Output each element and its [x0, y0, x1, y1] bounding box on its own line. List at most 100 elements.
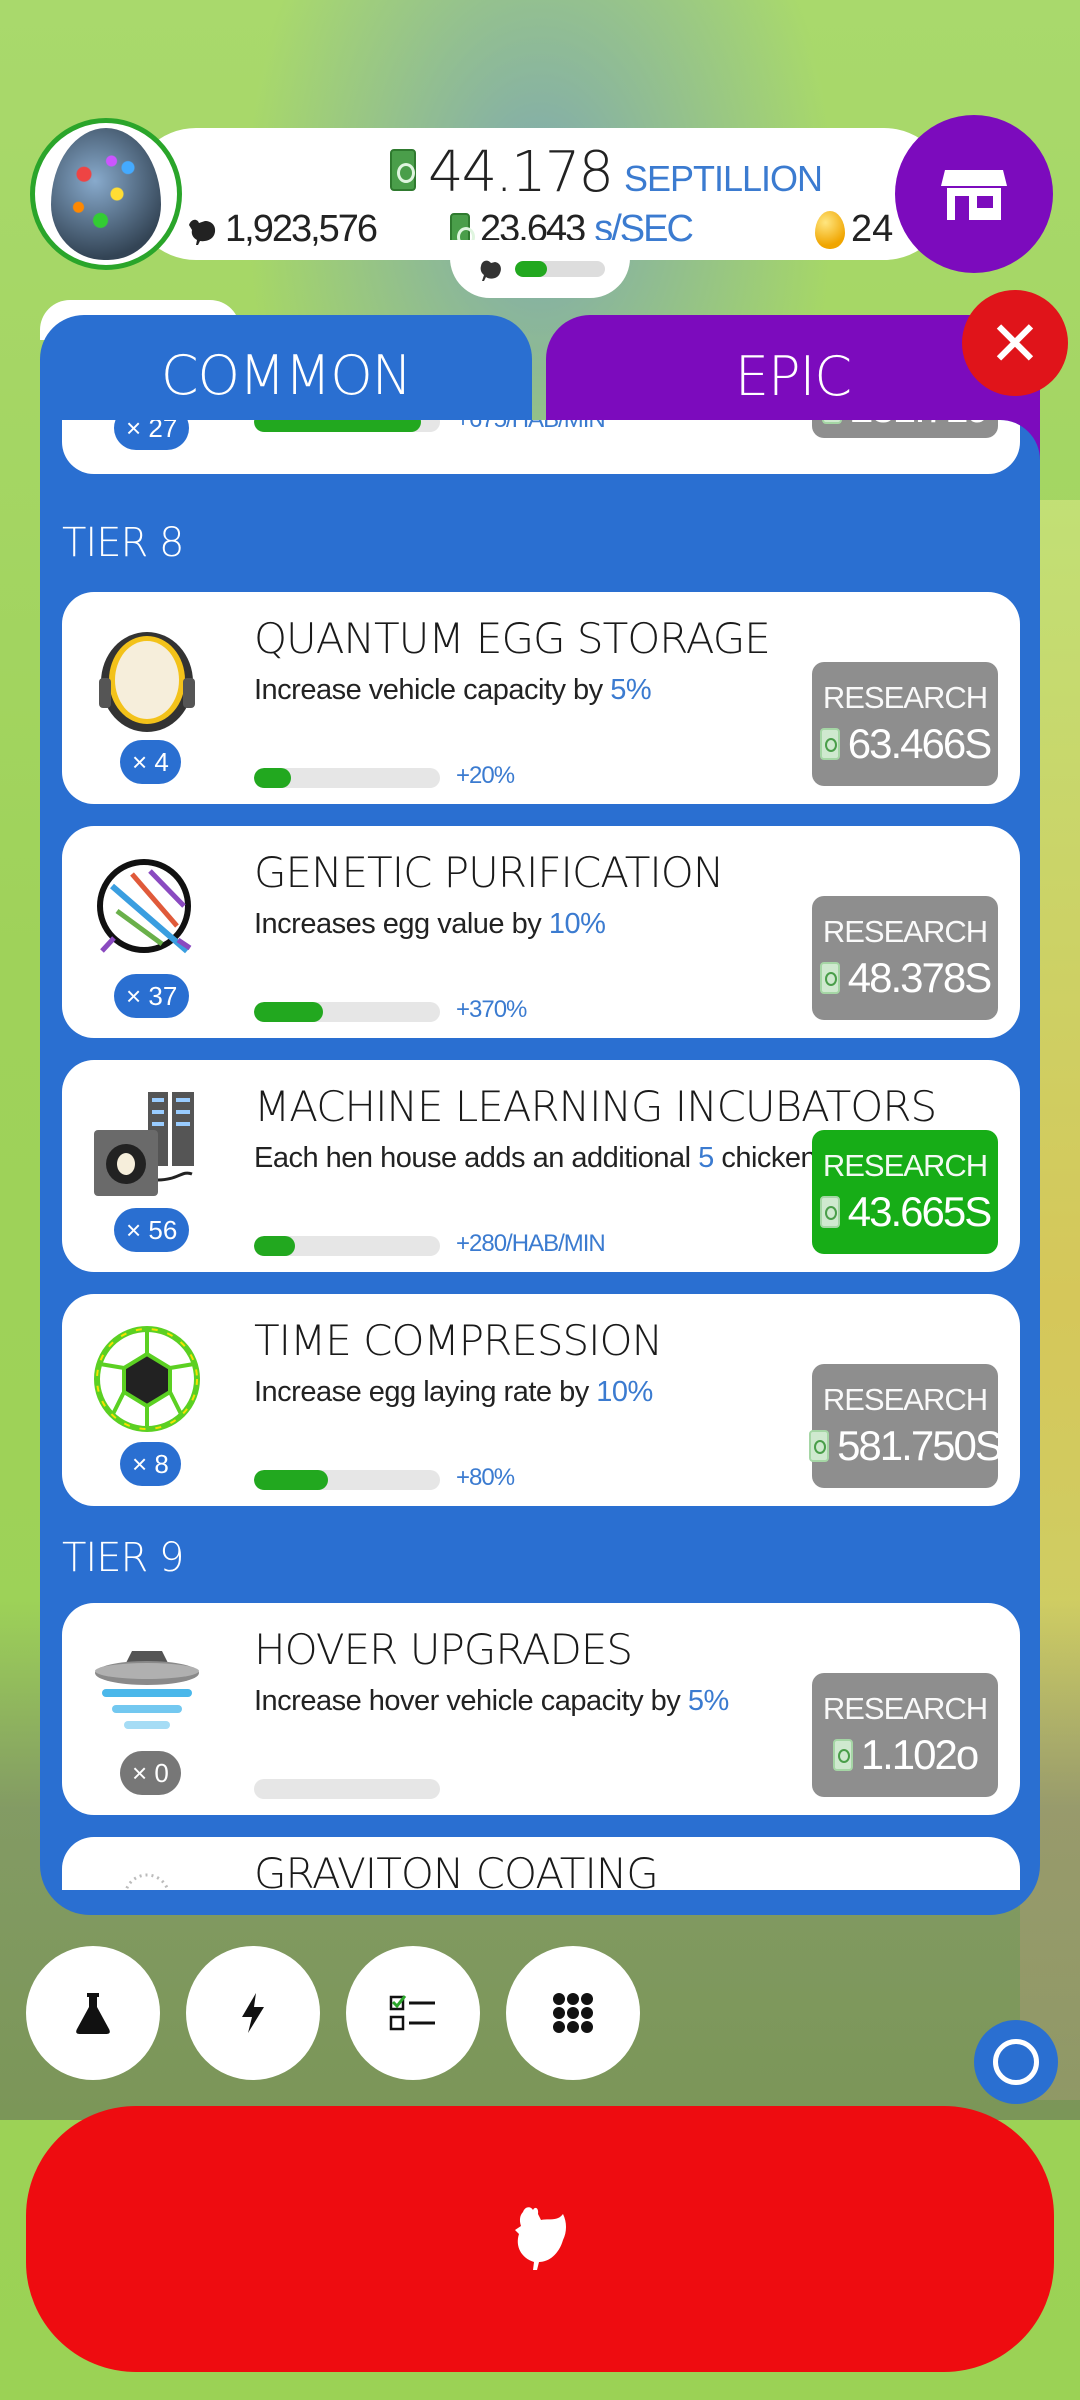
research-card-quantum-egg-storage: × 4 QUANTUM EGG STORAGE Increase vehicle…	[62, 592, 1020, 804]
cash-icon	[822, 420, 843, 424]
research-button[interactable]: RESEARCH 581.750S	[809, 1364, 1003, 1488]
egg-storage-icon	[99, 632, 195, 732]
tab-common[interactable]: COMMON	[40, 315, 532, 435]
research-cost: 63.466S	[847, 720, 992, 767]
research-card-partial-top: × 27 +675/HAB/MIN 231.719	[62, 420, 1020, 474]
chick-icon	[480, 260, 501, 281]
cash-icon	[819, 962, 840, 994]
research-progress-fill	[254, 420, 422, 432]
research-cost: 581.750S	[837, 1422, 1003, 1469]
research-card-graviton-coating: GRAVITON COATING	[62, 1837, 1020, 1890]
research-title: GRAVITON COATING	[254, 1849, 659, 1890]
menu-grid-icon	[553, 1993, 593, 2033]
cash-icon	[390, 149, 416, 191]
research-progress-fill	[254, 1470, 329, 1490]
research-card-machine-learning-incubators: × 56 MACHINE LEARNING INCUBATORS Each he…	[62, 1060, 1020, 1272]
research-progress-label: +280/HAB/MIN	[456, 1230, 606, 1257]
research-cost: 48.378S	[847, 954, 992, 1001]
research-button-label: RESEARCH	[822, 914, 988, 949]
research-list[interactable]: × 27 +675/HAB/MIN 231.719 TIER 8	[40, 420, 1040, 1890]
current-egg-avatar[interactable]	[30, 118, 182, 270]
research-progress-bar	[254, 1236, 440, 1256]
research-progress-bar	[254, 768, 440, 788]
research-count-badge: × 56	[114, 1208, 190, 1252]
research-button-label: RESEARCH	[822, 1691, 988, 1726]
money-display: 44.178 SEPTILLION	[390, 140, 823, 205]
camera-icon	[993, 2039, 1039, 2085]
research-cost: 1.102o	[860, 1731, 979, 1778]
golden-egg-icon	[815, 210, 845, 249]
research-button-main[interactable]	[26, 1946, 160, 2080]
boosts-button[interactable]	[186, 1946, 320, 2080]
research-cost: 231.719	[850, 420, 990, 432]
research-count-badge: × 8	[120, 1442, 181, 1486]
research-count-badge: × 27	[114, 420, 190, 450]
menu-button[interactable]	[506, 1946, 640, 2080]
missions-checklist-icon	[389, 1995, 435, 2031]
research-title: TIME COMPRESSION	[254, 1316, 663, 1365]
golden-eggs-value: 24	[851, 208, 894, 250]
time-sphere-icon	[94, 1326, 200, 1432]
shop-icon	[941, 170, 1007, 220]
research-card-time-compression: × 8 TIME COMPRESSION Increase egg laying…	[62, 1294, 1020, 1506]
research-title: HOVER UPGRADES	[254, 1625, 633, 1674]
money-value: 44.178	[428, 140, 614, 205]
research-title: GENETIC PURIFICATION	[254, 848, 724, 897]
hab-capacity-indicator[interactable]	[450, 240, 630, 298]
tier-label: TIER 9	[62, 1535, 184, 1581]
graviton-icon	[124, 1873, 170, 1890]
camera-button[interactable]	[974, 2020, 1058, 2104]
research-cost: 43.665S	[847, 1188, 992, 1235]
research-button[interactable]: RESEARCH 1.102o	[812, 1673, 998, 1797]
hab-capacity-fill	[515, 261, 547, 277]
research-progress-fill	[254, 1002, 323, 1022]
cash-icon	[832, 1739, 853, 1771]
research-count-badge: × 4	[120, 740, 181, 784]
incubator-icon	[94, 1092, 194, 1196]
research-progress-label: +20%	[456, 762, 515, 789]
research-description: Increase hover vehicle capacity by 5%	[254, 1685, 729, 1717]
research-description: Increase egg laying rate by 10%	[254, 1376, 653, 1408]
research-card-hover-upgrades: × 0 HOVER UPGRADES Increase hover vehicl…	[62, 1603, 1020, 1815]
research-description: Increase vehicle capacity by 5%	[254, 674, 652, 706]
research-progress-fill	[254, 768, 292, 788]
research-button[interactable]: RESEARCH 48.378S	[812, 896, 998, 1020]
research-progress-label: +370%	[456, 996, 527, 1023]
research-description: Increases egg value by 10%	[254, 908, 606, 940]
research-button[interactable]: RESEARCH 43.665S	[812, 1130, 998, 1254]
money-unit: SEPTILLION	[623, 158, 823, 199]
research-progress-fill	[254, 1236, 295, 1256]
close-button[interactable]: ✕	[962, 290, 1068, 396]
research-description: Each hen house adds an additional 5 chic…	[254, 1142, 883, 1174]
research-button-label: RESEARCH	[822, 1148, 988, 1183]
research-progress-bar	[254, 1470, 440, 1490]
chicken-icon	[515, 2207, 566, 2270]
hab-capacity-bar	[515, 261, 605, 277]
research-button-label: RESEARCH	[822, 1382, 988, 1417]
research-button[interactable]: 231.719	[812, 420, 998, 438]
tier-label: TIER 8	[62, 520, 184, 566]
research-button-label: RESEARCH	[822, 680, 988, 715]
hatch-chicken-button[interactable]	[26, 2106, 1054, 2372]
research-button[interactable]: RESEARCH 63.466S	[812, 662, 998, 786]
hover-icon	[95, 1651, 199, 1729]
shop-button[interactable]	[895, 115, 1053, 273]
research-progress-bar	[254, 1779, 440, 1799]
cash-icon	[809, 1430, 830, 1462]
golden-eggs: 24	[815, 208, 893, 251]
chicken-count-value: 1,923,576	[225, 208, 378, 250]
dna-icon	[97, 859, 192, 954]
chicken-count: 1,923,576	[185, 208, 378, 251]
missions-button[interactable]	[346, 1946, 480, 2080]
research-title: QUANTUM EGG STORAGE	[254, 614, 771, 663]
research-progress-label: +675/HAB/MIN	[456, 420, 606, 434]
research-flask-icon	[76, 1993, 110, 2034]
chicken-small-icon	[189, 219, 216, 245]
research-progress-bar	[254, 420, 440, 432]
cash-icon	[819, 728, 840, 760]
research-progress-bar	[254, 1002, 440, 1022]
research-panel: × 27 +675/HAB/MIN 231.719 TIER 8	[40, 420, 1040, 1915]
boost-lightning-icon	[242, 1993, 264, 2033]
research-count-badge: × 37	[114, 974, 190, 1018]
research-title: MACHINE LEARNING INCUBATORS	[254, 1082, 937, 1131]
